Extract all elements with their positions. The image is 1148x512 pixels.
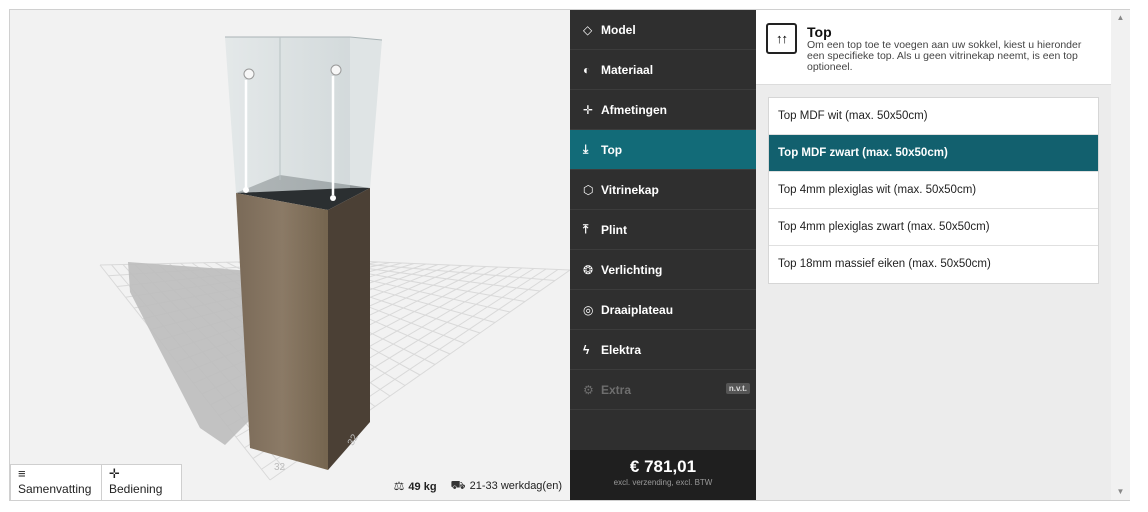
- menu-item-elektra[interactable]: ϟ Elektra: [570, 330, 756, 370]
- menu-item-vitrinekap[interactable]: ⬡ Vitrinekap: [570, 170, 756, 210]
- menu-icon: ≡: [18, 466, 26, 481]
- grid-label: 32: [274, 462, 286, 473]
- menu-item-label: Model: [601, 22, 636, 37]
- pedestal-front: [236, 193, 328, 470]
- menu-item-label: Draaiplateau: [601, 302, 674, 317]
- menu-item-label: Afmetingen: [601, 102, 667, 117]
- top-arrows-icon: ↑↑: [766, 23, 797, 54]
- weight-value: 49 kg: [408, 481, 437, 493]
- pedestal-render: 32 32: [99, 36, 570, 481]
- option-list: Top MDF wit (max. 50x50cm) Top MDF zwart…: [768, 97, 1099, 284]
- menu-item-extra: ⚙ Extra n.v.t.: [570, 370, 756, 410]
- price-note: excl. verzending, excl. BTW: [613, 478, 713, 487]
- menu-item-model[interactable]: ◇ Model: [570, 10, 756, 50]
- menu-item-materiaal[interactable]: ◐ Materiaal: [570, 50, 756, 90]
- config-menu: ◇ Model ◐ Materiaal ✛ Afmetingen ⤓ Top ⬡ Vitr…: [570, 10, 756, 500]
- menu-item-verlichting[interactable]: ❂ Verlichting: [570, 250, 756, 290]
- diamond-icon: ◇: [583, 22, 593, 37]
- cube-icon: ⬡: [583, 182, 594, 197]
- bolt-icon: ϟ: [583, 342, 590, 357]
- menu-item-label: Vitrinekap: [601, 182, 659, 197]
- controls-tab[interactable]: ✛ Bediening: [102, 464, 182, 500]
- panel-description: Om een top toe te voegen aan uw sokkel, …: [807, 39, 1082, 73]
- truck-icon: ⛟: [450, 478, 466, 492]
- info-bar: ⚖ 49 kg ⛟ 21-33 werkdag(en): [394, 478, 562, 494]
- nvt-badge: n.v.t.: [725, 383, 750, 394]
- half-circle-icon: ◐: [583, 62, 591, 77]
- menu-item-label: Elektra: [601, 342, 642, 357]
- menu-item-label: Materiaal: [601, 62, 654, 77]
- summary-tab-label: Samenvatting: [18, 482, 92, 496]
- configurator-frame: 32 32 ≡ Samenvatting ✛ Bediening ⚖ 49 kg …: [9, 9, 1130, 501]
- gear-icon: ⚙: [583, 382, 594, 397]
- summary-tab[interactable]: ≡ Samenvatting: [10, 464, 102, 500]
- menu-item-draaiplateau[interactable]: ◎ Draaiplateau: [570, 290, 756, 330]
- option-item[interactable]: Top 18mm massief eiken (max. 50x50cm): [769, 246, 1098, 283]
- move-icon: ✛: [109, 466, 120, 481]
- menu-item-label: Verlichting: [601, 262, 663, 277]
- option-item-selected[interactable]: Top MDF zwart (max. 50x50cm): [769, 135, 1098, 172]
- option-item[interactable]: Top 4mm plexiglas wit (max. 50x50cm): [769, 172, 1098, 209]
- menu-item-label: Top: [601, 142, 623, 157]
- menu-item-plint[interactable]: ⤒ Plint: [570, 210, 756, 250]
- arrow-up-bar-icon: ⤒: [583, 222, 589, 236]
- menu-item-top[interactable]: ⤓ Top: [570, 130, 756, 170]
- bulb-icon: ❂: [583, 262, 594, 277]
- menu-item-label: Extra: [601, 382, 632, 397]
- scroll-down-icon[interactable]: ▼: [1111, 484, 1130, 500]
- panel-header: ↑↑ Top Om een top toe te voegen aan uw s…: [756, 10, 1111, 85]
- menu-item-afmetingen[interactable]: ✛ Afmetingen: [570, 90, 756, 130]
- scale-icon: ⚖: [393, 479, 405, 493]
- panel-title: Top: [807, 24, 832, 40]
- glass-hood-side: [350, 37, 382, 188]
- glass-hood-front: [225, 37, 350, 193]
- options-panel: ↑↑ Top Om een top toe te voegen aan uw s…: [756, 10, 1111, 500]
- 3d-viewport[interactable]: 32 32 ≡ Samenvatting ✛ Bediening ⚖ 49 kg …: [10, 10, 570, 500]
- arrow-down-bar-icon: ⤓: [583, 142, 589, 156]
- price-box: € 781,01 excl. verzending, excl. BTW: [570, 450, 756, 500]
- scroll-up-icon[interactable]: ▲: [1111, 10, 1130, 26]
- pedestal-side: [328, 188, 370, 470]
- delivery-value: 21-33 werkdag(en): [469, 480, 562, 492]
- menu-item-label: Plint: [601, 222, 627, 237]
- target-icon: ◎: [583, 302, 594, 317]
- option-item[interactable]: Top MDF wit (max. 50x50cm): [769, 98, 1098, 135]
- scrollbar[interactable]: ▲ ▼: [1111, 10, 1130, 500]
- option-item[interactable]: Top 4mm plexiglas zwart (max. 50x50cm): [769, 209, 1098, 246]
- price-amount: € 781,01: [629, 457, 697, 476]
- controls-tab-label: Bediening: [109, 482, 163, 496]
- move-icon: ✛: [583, 102, 594, 117]
